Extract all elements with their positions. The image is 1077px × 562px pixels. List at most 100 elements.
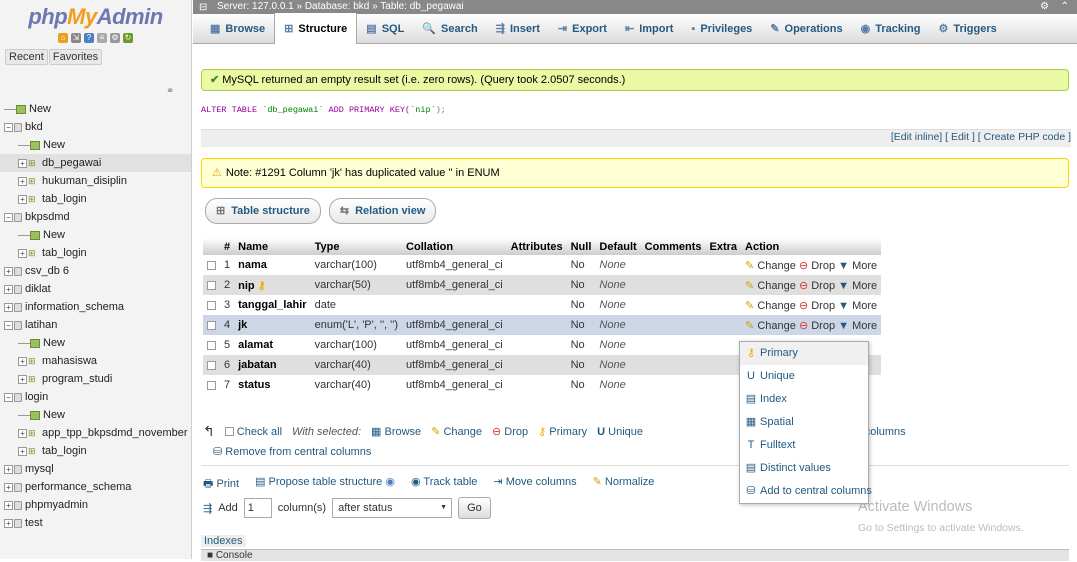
tree-item[interactable]: + test <box>0 514 191 532</box>
tree-item[interactable]: New <box>0 226 191 244</box>
tree-item[interactable]: + mysql <box>0 460 191 478</box>
edit-links[interactable]: [Edit inline] [ Edit ] [ Create PHP code… <box>891 131 1071 143</box>
expand-icon[interactable]: + <box>18 374 27 384</box>
tab-insert[interactable]: ⇶ Insert <box>487 14 549 44</box>
column-name-text[interactable]: jabatan <box>238 359 277 371</box>
drop-action[interactable]: ⊖ Drop <box>799 280 835 292</box>
row-checkbox[interactable] <box>207 260 216 270</box>
expand-icon[interactable]: + <box>18 176 27 186</box>
more-menu-item[interactable]: U Unique <box>740 365 868 388</box>
bulk-primary-button[interactable]: ⚷ Primary <box>538 425 587 438</box>
remove-central-button[interactable]: ⛁ Remove from central columns <box>213 445 371 458</box>
column-name-text[interactable]: nip <box>238 280 255 292</box>
tree-item[interactable]: + performance_schema <box>0 478 191 496</box>
print-link[interactable]: 🖶 Print <box>203 475 239 494</box>
row-checkbox[interactable] <box>207 380 216 390</box>
logout-icon[interactable]: ⇲ <box>71 33 81 43</box>
row-checkbox[interactable] <box>207 360 216 370</box>
expand-icon[interactable]: + <box>18 446 27 456</box>
tab-triggers[interactable]: ⚙ Triggers <box>929 14 1005 44</box>
tab-privileges[interactable]: ▪ Privileges <box>682 14 761 44</box>
breadcrumb[interactable]: Server: 127.0.0.1 » Database: bkd » Tabl… <box>217 1 464 12</box>
expand-icon[interactable]: + <box>4 284 13 294</box>
expand-icon[interactable]: + <box>4 464 13 474</box>
tree-item[interactable]: + diklat <box>0 280 191 298</box>
tree-item[interactable]: + ⊞ mahasiswa <box>0 352 191 370</box>
tree-item[interactable]: + ⊞ program_studi <box>0 370 191 388</box>
expand-icon[interactable]: + <box>4 266 13 276</box>
change-action[interactable]: ✎ Change <box>745 300 796 312</box>
tree-item[interactable]: + ⊞ tab_login <box>0 244 191 262</box>
tree-item[interactable]: − bkd <box>0 118 191 136</box>
bulk-browse-button[interactable]: ▦ Browse <box>371 425 421 438</box>
tree-item[interactable]: + phpmyadmin <box>0 496 191 514</box>
expand-icon[interactable]: + <box>18 248 27 258</box>
tree-item[interactable]: + ⊞ app_tpp_bkpsdmd_november <box>0 424 191 442</box>
more-menu-item[interactable]: ⚷ Primary <box>740 342 868 365</box>
more-menu-item[interactable]: ▤ Distinct values <box>740 457 868 480</box>
tree-item[interactable]: + ⊞ hukuman_disiplin <box>0 172 191 190</box>
row-checkbox[interactable] <box>207 320 216 330</box>
tree-item[interactable]: + ⊞ db_pegawai <box>0 154 191 172</box>
expand-icon[interactable]: − <box>4 392 13 402</box>
tree-item[interactable]: − login <box>0 388 191 406</box>
tab-operations[interactable]: ✎ Operations <box>761 14 851 44</box>
expand-icon[interactable]: + <box>4 482 13 492</box>
relation-view-button[interactable]: ⇆ Relation view <box>328 198 437 224</box>
expand-icon[interactable]: + <box>4 500 13 510</box>
track-table-link[interactable]: ◉ Track table <box>411 475 477 494</box>
tab-sql[interactable]: ▤ SQL <box>357 14 413 44</box>
tab-browse[interactable]: ▦ Browse <box>201 14 274 44</box>
more-action[interactable]: ▼ More <box>838 260 877 272</box>
tab-structure[interactable]: ⊞ Structure <box>274 13 358 44</box>
help-icon[interactable]: ◉ <box>385 476 395 488</box>
propose-structure-link[interactable]: ▤ Propose table structure ◉ <box>255 475 395 494</box>
tree-item[interactable]: + ⊞ tab_login <box>0 190 191 208</box>
column-count-input[interactable]: 1 <box>243 498 272 518</box>
row-checkbox[interactable] <box>207 300 216 310</box>
tree-item[interactable]: + csv_db 6 <box>0 262 191 280</box>
phpmyadmin-logo[interactable]: phpMyAdmin <box>0 0 191 32</box>
expand-icon[interactable]: + <box>18 356 27 366</box>
more-action[interactable]: ▼ More <box>838 280 877 292</box>
drop-action[interactable]: ⊖ Drop <box>799 300 835 312</box>
more-menu-item[interactable]: T Fulltext <box>740 434 868 457</box>
expand-icon[interactable]: − <box>4 122 13 132</box>
change-action[interactable]: ✎ Change <box>745 260 796 272</box>
column-name-text[interactable]: nama <box>238 259 267 271</box>
more-action[interactable]: ▼ More <box>838 300 877 312</box>
settings-gear-icon[interactable]: ⚙ <box>1040 0 1049 14</box>
scroll-top-icon[interactable]: ⌃ <box>1061 0 1069 14</box>
recent-tab[interactable]: Recent <box>5 49 48 65</box>
tab-export[interactable]: ⇥ Export <box>549 14 616 44</box>
go-button[interactable]: Go <box>458 497 491 519</box>
tree-item[interactable]: − latihan <box>0 316 191 334</box>
console-bar[interactable]: ■ Console <box>201 549 1069 561</box>
favorites-tab[interactable]: Favorites <box>48 49 103 65</box>
tree-item[interactable]: New <box>0 406 191 424</box>
expand-icon[interactable]: + <box>18 428 27 438</box>
tree-item[interactable]: New <box>0 100 191 118</box>
indexes-toggle[interactable]: Indexes <box>201 535 246 547</box>
sql-docs-icon[interactable]: ≡ <box>97 33 107 43</box>
drop-action[interactable]: ⊖ Drop <box>799 320 835 332</box>
tab-search[interactable]: 🔍 Search <box>413 14 486 44</box>
reload-icon[interactable]: ↻ <box>123 33 133 43</box>
row-checkbox[interactable] <box>207 280 216 290</box>
tree-item[interactable]: New <box>0 334 191 352</box>
column-name-text[interactable]: jk <box>238 319 247 331</box>
expand-icon[interactable]: + <box>18 194 27 204</box>
more-menu-item[interactable]: ▤ Index <box>740 388 868 411</box>
column-name-text[interactable]: tanggal_lahir <box>238 299 306 311</box>
bulk-unique-button[interactable]: U Unique <box>597 426 643 438</box>
bulk-drop-button[interactable]: ⊖ Drop <box>492 425 528 438</box>
more-menu-item[interactable]: ⛁ Add to central columns <box>740 480 872 503</box>
check-all[interactable]: Check all <box>224 426 282 438</box>
tab-tracking[interactable]: ◉ Tracking <box>852 14 930 44</box>
tree-item[interactable]: New <box>0 136 191 154</box>
move-columns-link[interactable]: ⇥ Move columns <box>493 475 576 494</box>
tab-import[interactable]: ⇤ Import <box>616 14 682 44</box>
change-action[interactable]: ✎ Change <box>745 320 796 332</box>
link-icon[interactable]: ⚭ <box>166 86 174 97</box>
normalize-link[interactable]: ✎ Normalize <box>593 475 655 494</box>
